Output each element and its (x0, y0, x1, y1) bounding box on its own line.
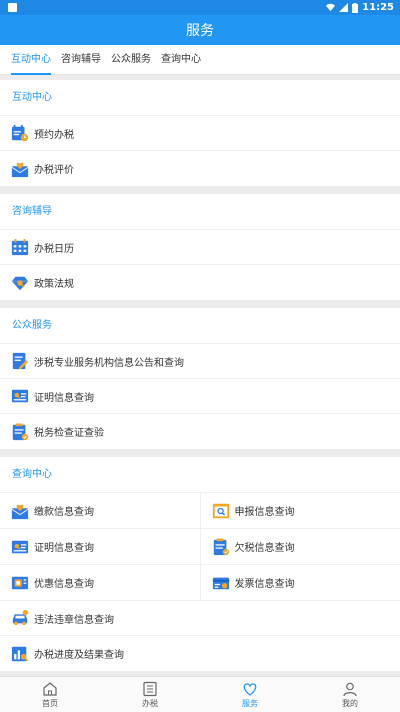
section-interaction: 互动中心 预约办税 办税评价 (0, 80, 400, 186)
nav-label: 首页 (42, 698, 58, 708)
item-label: 违法违章信息查询 (34, 614, 114, 626)
agency-announcement-item[interactable]: 涉税专业服务机构信息公告和查询 (0, 344, 400, 379)
nav-label: 服务 (242, 698, 258, 708)
document-list-icon (213, 537, 229, 555)
item-label: 政策法规 (34, 279, 74, 290)
nav-label: 办税 (142, 698, 158, 708)
calendar-clock-icon (11, 124, 29, 142)
section-title: 查询中心 (0, 457, 400, 493)
item-label: 优惠信息查询 (34, 579, 94, 590)
page-title: 服务 (186, 23, 214, 39)
service-list: 互动中心 预约办税 办税评价 咨询辅导 办税日历 政策法规 公众服务 涉税专业服… (0, 80, 400, 676)
nav-mine[interactable]: 我的 (300, 677, 400, 712)
section-title: 互动中心 (0, 80, 400, 116)
document-list-icon (12, 422, 29, 440)
item-label: 涉税专业服务机构信息公告和查询 (34, 357, 184, 369)
nav-service[interactable]: 服务 (200, 677, 300, 712)
app-bar: 服务 (0, 15, 400, 45)
card-search-icon (212, 503, 229, 518)
item-label: 办税评价 (34, 165, 74, 176)
nav-tax[interactable]: 办税 (100, 677, 200, 712)
tax-arrears-query-item[interactable]: 欠税信息查询 (201, 529, 400, 564)
declaration-query-item[interactable]: 申报信息查询 (201, 493, 400, 528)
section-public-service: 公众服务 涉税专业服务机构信息公告和查询 证明信息查询 税务检查证查验 (0, 308, 400, 449)
document-pen-icon (12, 352, 29, 370)
item-label: 税务检查证查验 (34, 428, 104, 439)
nav-label: 我的 (342, 698, 358, 708)
policy-regulations-item[interactable]: 政策法规 (0, 265, 400, 300)
item-label: 发票信息查询 (234, 579, 295, 590)
notification-icon (8, 3, 17, 12)
diamond-search-icon (11, 276, 29, 290)
coupon-icon (11, 576, 29, 589)
car-icon (12, 609, 29, 626)
section-consulting: 咨询辅导 办税日历 政策法规 (0, 194, 400, 300)
chart-search-icon (11, 646, 29, 662)
signal-icon (339, 3, 349, 12)
item-label: 办税进度及结果查询 (34, 650, 124, 661)
list-icon (143, 681, 157, 696)
battery-icon (352, 2, 359, 13)
payment-query-item[interactable]: 缴款信息查询 (0, 493, 201, 528)
status-right: 11:25 (326, 1, 394, 14)
progress-result-query-item[interactable]: 办税进度及结果查询 (0, 636, 400, 671)
id-card-icon (11, 389, 29, 403)
bottom-nav: 首页 办税 服务 我的 (0, 676, 400, 712)
certificate-query-item[interactable]: 证明信息查询 (0, 529, 201, 564)
invoice-card-icon (212, 577, 229, 589)
tab-query-center[interactable]: 查询中心 (156, 45, 206, 75)
section-query-center: 查询中心 缴款信息查询 申报信息查询 证明信息查询 欠税信息查询 优惠信息查询 … (0, 457, 400, 671)
tab-public-service[interactable]: 公众服务 (106, 45, 156, 75)
id-card-icon (11, 540, 29, 553)
clock-time: 11:25 (362, 2, 394, 13)
item-label: 证明信息查询 (34, 543, 94, 554)
grid-row: 缴款信息查询 申报信息查询 (0, 493, 400, 529)
inspection-certificate-item[interactable]: 税务检查证查验 (0, 414, 400, 449)
preferential-query-item[interactable]: 优惠信息查询 (0, 565, 201, 600)
tax-evaluation-item[interactable]: 办税评价 (0, 151, 400, 186)
grid-row: 证明信息查询 欠税信息查询 (0, 529, 400, 565)
heart-icon (243, 682, 257, 696)
violation-query-item[interactable]: 违法违章信息查询 (0, 601, 400, 636)
item-label: 证明信息查询 (34, 392, 94, 404)
section-title: 公众服务 (0, 308, 400, 344)
wifi-icon (326, 3, 336, 12)
item-label: 缴款信息查询 (34, 507, 94, 518)
nav-home[interactable]: 首页 (0, 677, 100, 712)
tax-calendar-item[interactable]: 办税日历 (0, 230, 400, 265)
certificate-query-item[interactable]: 证明信息查询 (0, 379, 400, 414)
grid-row: 优惠信息查询 发票信息查询 (0, 565, 400, 601)
tab-interaction-center[interactable]: 互动中心 (6, 45, 56, 75)
item-label: 申报信息查询 (234, 507, 295, 518)
envelope-heart-icon (11, 504, 29, 519)
tab-consulting[interactable]: 咨询辅导 (56, 45, 106, 75)
user-icon (343, 682, 357, 696)
envelope-heart-icon (11, 162, 29, 177)
status-bar: 11:25 (0, 0, 400, 15)
tab-bar: 互动中心 咨询辅导 公众服务 查询中心 (0, 45, 400, 75)
invoice-query-item[interactable]: 发票信息查询 (201, 565, 400, 600)
calendar-icon (11, 238, 29, 256)
item-label: 欠税信息查询 (234, 543, 295, 554)
home-icon (43, 681, 57, 696)
item-label: 办税日历 (34, 243, 74, 255)
item-label: 预约办税 (34, 129, 74, 141)
appointment-tax-item[interactable]: 预约办税 (0, 116, 400, 151)
section-title: 咨询辅导 (0, 194, 400, 230)
